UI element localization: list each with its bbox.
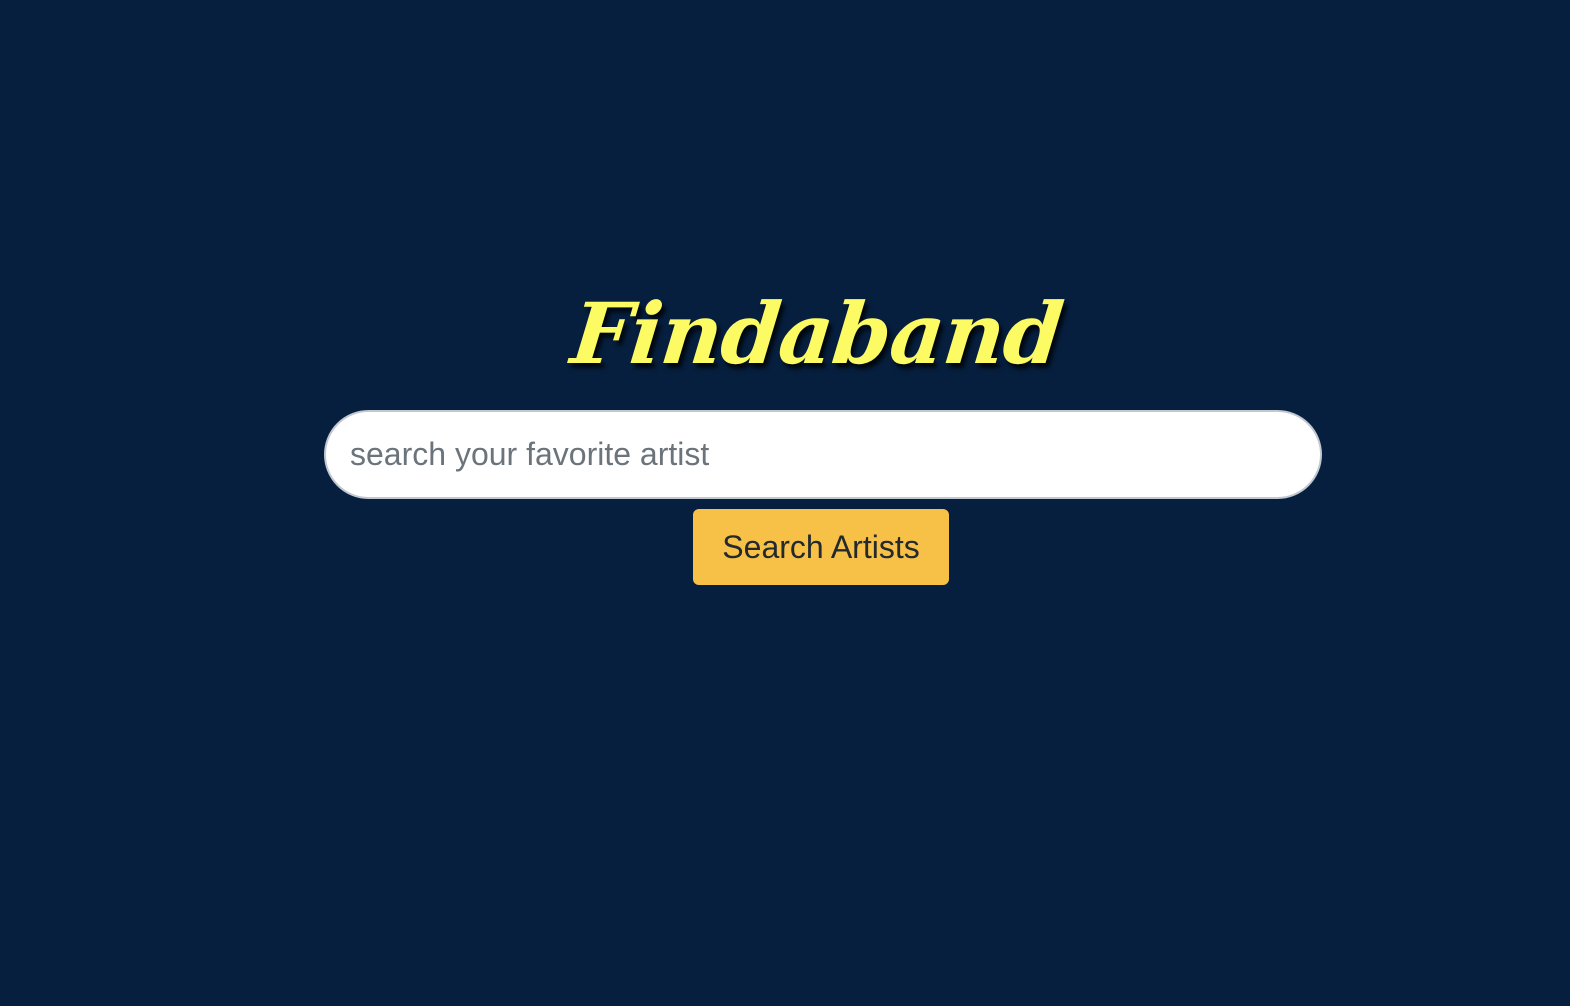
app-title-container: Findaband	[0, 284, 1570, 383]
page: Findaband Search Artists	[0, 0, 1570, 1006]
search-input[interactable]	[324, 410, 1322, 499]
search-form: Search Artists	[324, 410, 1322, 585]
search-artists-button[interactable]: Search Artists	[693, 509, 949, 585]
app-title: Findaband	[566, 284, 1068, 383]
